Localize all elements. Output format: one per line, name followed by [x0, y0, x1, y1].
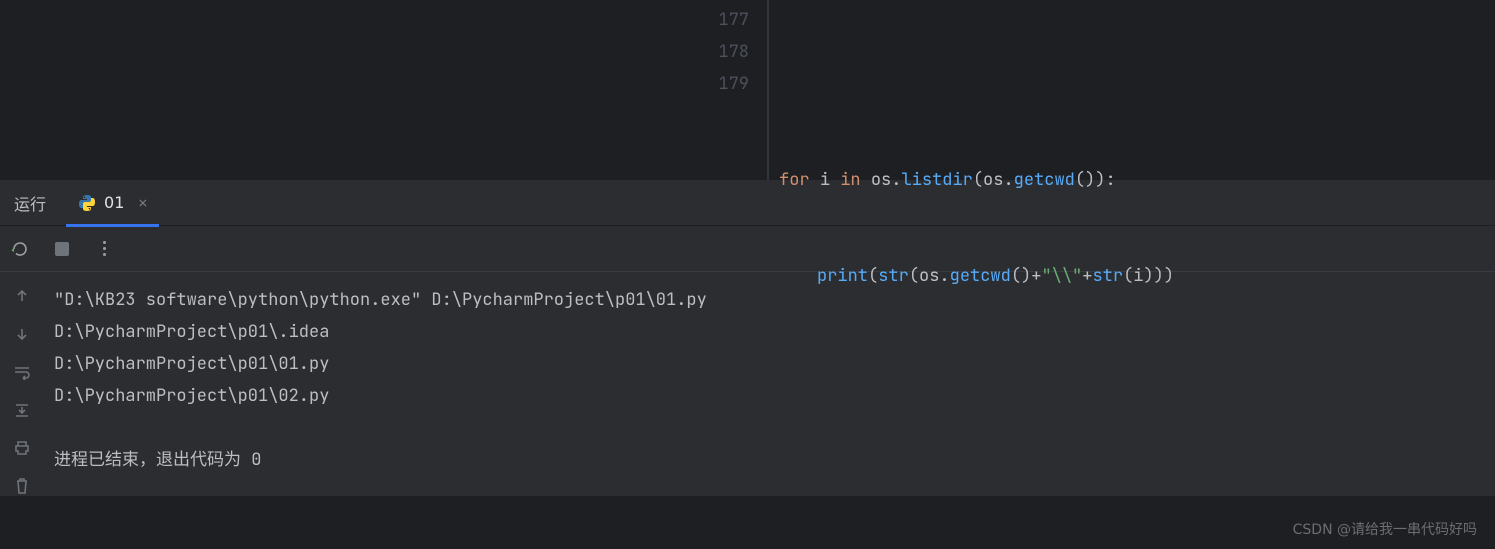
keyword-for: for: [779, 169, 810, 191]
run-tab[interactable]: 01 ✕: [66, 180, 159, 226]
soft-wrap-icon[interactable]: [12, 362, 32, 382]
code-line: for i in os.listdir(os.getcwd()):: [779, 164, 1174, 196]
run-tab-bar: 运行 01 ✕: [0, 180, 1495, 226]
scroll-to-end-icon[interactable]: [12, 400, 32, 420]
console-line: D:\PycharmProject\p01\02.py: [54, 380, 1485, 412]
mod-os: os: [983, 169, 1003, 191]
console-line: D:\PycharmProject\p01\.idea: [54, 316, 1485, 348]
keyword-in: in: [840, 169, 860, 191]
code-line: [779, 68, 1174, 100]
run-toolbar: [0, 226, 1495, 272]
stop-button[interactable]: [50, 237, 74, 261]
code-editor[interactable]: 177 178 179 for i in os.listdir(os.getcw…: [678, 0, 1495, 180]
up-arrow-icon[interactable]: [12, 286, 32, 306]
console-output[interactable]: "D:\KB23 software\python\python.exe" D:\…: [44, 272, 1495, 496]
run-panel: 运行 01 ✕ "D:\KB23 software\p: [0, 180, 1495, 496]
console-blank: [54, 412, 1485, 444]
fn-listdir: listdir: [901, 169, 972, 191]
colon: :: [1105, 169, 1115, 191]
rerun-button[interactable]: [8, 237, 32, 261]
fn-getcwd: getcwd: [1014, 169, 1075, 191]
line-number: 177: [679, 4, 749, 36]
console-line: D:\PycharmProject\p01\01.py: [54, 348, 1485, 380]
line-number: 178: [679, 36, 749, 68]
run-label: 运行: [0, 191, 66, 215]
console-side-toolbar: [0, 272, 44, 496]
run-tab-label: 01: [104, 193, 124, 212]
var-i: i: [820, 169, 830, 191]
trash-icon[interactable]: [12, 476, 32, 496]
watermark: CSDN @请给我一串代码好吗: [1293, 519, 1477, 539]
editor-area: 177 178 179 for i in os.listdir(os.getcw…: [0, 0, 1495, 180]
mod-os: os: [871, 169, 891, 191]
output-area: "D:\KB23 software\python\python.exe" D:\…: [0, 272, 1495, 496]
down-arrow-icon[interactable]: [12, 324, 32, 344]
code-content[interactable]: for i in os.listdir(os.getcwd()): print(…: [769, 0, 1174, 180]
project-blank: [0, 0, 678, 180]
close-icon[interactable]: ✕: [138, 193, 147, 213]
console-line: "D:\KB23 software\python\python.exe" D:\…: [54, 284, 1485, 316]
print-icon[interactable]: [12, 438, 32, 458]
exit-message: 进程已结束，退出代码为 0: [54, 444, 1485, 476]
line-gutter: 177 178 179: [679, 0, 767, 180]
more-icon[interactable]: [92, 237, 116, 261]
line-number: 179: [679, 68, 749, 100]
python-file-icon: [78, 194, 96, 212]
